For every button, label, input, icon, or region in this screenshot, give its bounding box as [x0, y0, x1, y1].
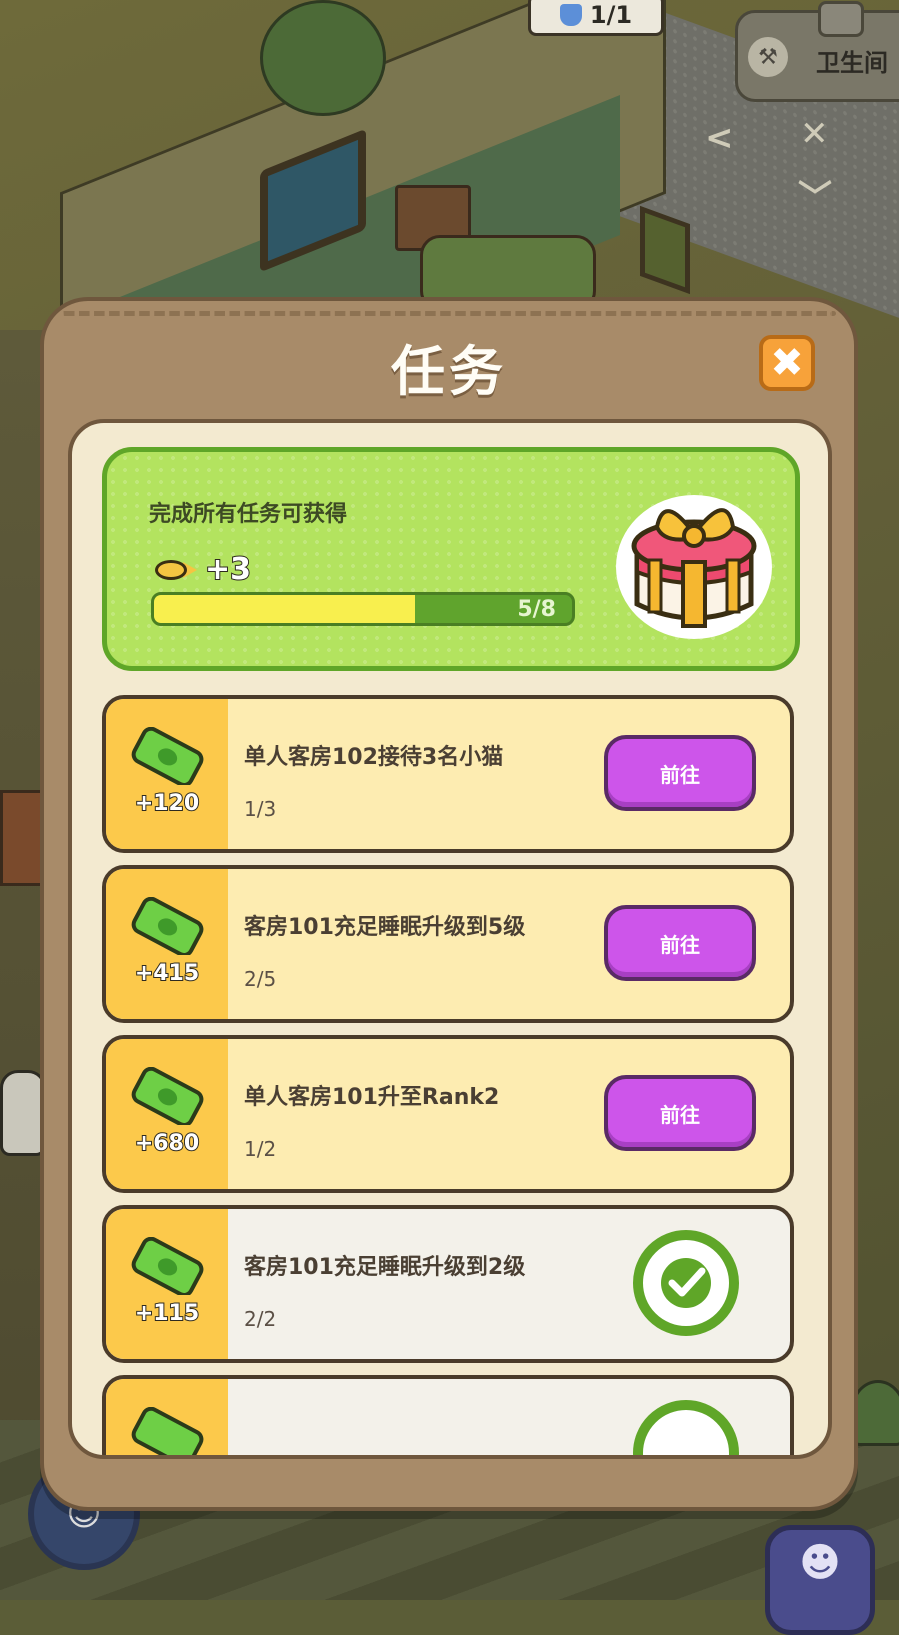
go-button[interactable]: 前往 — [604, 735, 756, 811]
bush-decoration — [260, 0, 386, 116]
task-row: +120 单人客房102接待3名小猫 1/3 前往 — [102, 695, 794, 853]
task-row-partial — [102, 1375, 794, 1455]
task-modal: 任务 ✖ 完成所有任务可获得 +3 5/8 +120 单人客房102接待3名小猫… — [40, 297, 858, 1511]
task-description: 客房101充足睡眠升级到5级 — [244, 915, 526, 940]
fish-icon — [155, 556, 199, 584]
close-button[interactable]: ✖ — [759, 335, 815, 391]
reward-amount: +415 — [134, 960, 200, 987]
reward-amount: +120 — [134, 790, 200, 817]
plunger-icon: ⚒ — [748, 37, 788, 77]
flask-count: 1/1 — [589, 1, 633, 29]
flask-icon — [559, 4, 582, 26]
cash-icon — [131, 1237, 204, 1295]
modal-title: 任务 — [391, 340, 507, 403]
cash-icon — [131, 1067, 204, 1125]
cash-icon — [131, 1407, 204, 1455]
task-reward: +415 — [106, 869, 228, 1019]
task-progress: 1/3 — [244, 797, 277, 821]
task-row: +115 客房101充足睡眠升级到2级 2/2 — [102, 1205, 794, 1363]
location-tag[interactable]: ⚒ 卫生间 — [735, 1, 899, 102]
location-name: 卫生间 — [816, 49, 888, 77]
task-description: 客房101充足睡眠升级到2级 — [244, 1255, 526, 1280]
reward-bonus: +3 — [155, 551, 252, 588]
check-icon — [633, 1230, 739, 1336]
close-x-icon: ✖ — [770, 340, 804, 386]
go-button[interactable]: 前往 — [604, 1075, 756, 1151]
reward-amount: +680 — [134, 1130, 200, 1157]
progress-text: 5/8 — [517, 597, 556, 622]
arrow-down-icon[interactable]: ﹀ — [798, 170, 832, 219]
panel-stitching — [62, 311, 836, 316]
gift-box-icon[interactable] — [609, 472, 779, 642]
modal-content[interactable]: 完成所有任务可获得 +3 5/8 +120 单人客房102接待3名小猫 1/3 … — [68, 419, 832, 1459]
task-progress: 2/5 — [244, 967, 277, 991]
cat-menu-button[interactable]: ☻ — [765, 1525, 875, 1635]
move-icon[interactable]: ✕ — [800, 114, 829, 154]
task-description: 单人客房101升至Rank2 — [244, 1085, 500, 1110]
task-reward: +120 — [106, 699, 228, 849]
task-progress: 1/2 — [244, 1137, 277, 1161]
task-row: +415 客房101充足睡眠升级到5级 2/5 前往 — [102, 865, 794, 1023]
flask-counter[interactable]: 1/1 — [528, 0, 664, 36]
gear-icon[interactable] — [818, 1, 864, 37]
reward-progress-bar: 5/8 — [151, 592, 575, 626]
reward-amount: +115 — [134, 1300, 200, 1327]
task-row: +680 单人客房101升至Rank2 1/2 前往 — [102, 1035, 794, 1193]
bonus-value: +3 — [204, 551, 252, 588]
cash-icon — [131, 897, 204, 955]
cash-icon — [131, 727, 204, 785]
task-reward: +115 — [106, 1209, 228, 1359]
arrow-left-icon[interactable]: < — [705, 118, 734, 158]
check-icon — [633, 1400, 739, 1455]
reward-heading: 完成所有任务可获得 — [149, 502, 348, 527]
task-reward: +680 — [106, 1039, 228, 1189]
task-description: 单人客房102接待3名小猫 — [244, 745, 504, 770]
completion-reward-card: 完成所有任务可获得 +3 5/8 — [102, 447, 800, 671]
go-button[interactable]: 前往 — [604, 905, 756, 981]
task-progress: 2/2 — [244, 1307, 277, 1331]
task-reward — [106, 1379, 228, 1455]
progress-fill — [154, 595, 416, 623]
